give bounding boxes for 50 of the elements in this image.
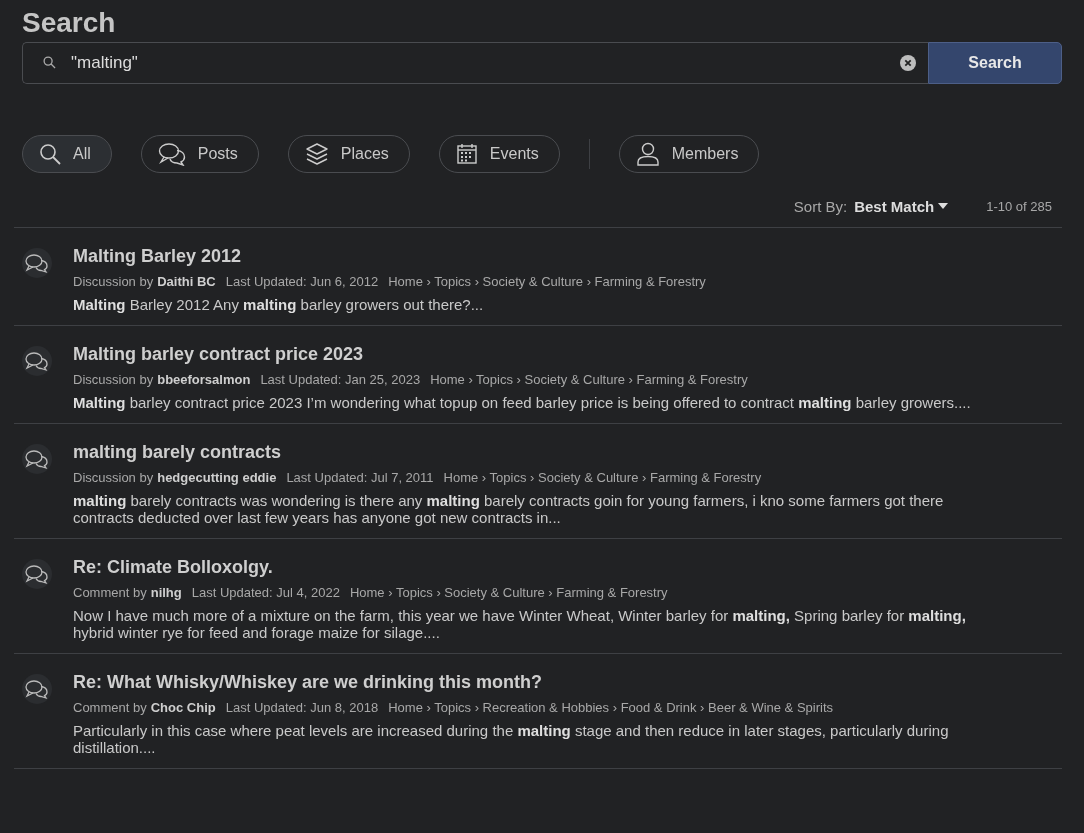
speech-bubbles-icon <box>22 444 52 474</box>
result-excerpt: Malting Barley 2012 Any malting barley growers out there?... <box>73 296 485 313</box>
result-type: Discussion by <box>73 273 154 291</box>
person-icon <box>635 142 660 166</box>
search-icon <box>43 56 56 69</box>
breadcrumb[interactable]: Home › Topics › Society & Culture › Farming & Forestry <box>430 371 748 389</box>
layers-icon <box>304 142 329 166</box>
caret-icon <box>938 203 949 209</box>
result-excerpt: Particularly in this case where peat levels are increased during the malting stage and then reduce in later stages, particularly during distillation.... <box>73 722 950 756</box>
sort-dropdown[interactable]: Best Match <box>854 197 949 215</box>
search-button[interactable]: Search <box>928 42 1062 84</box>
breadcrumb[interactable]: Home › Topics › Society & Culture › Farming & Forestry <box>443 469 762 487</box>
author-link[interactable]: hedgecutting eddie <box>157 469 277 487</box>
author-link[interactable]: Daithi BC <box>157 273 216 291</box>
result-title-link[interactable]: malting barely contracts <box>73 440 282 464</box>
search-icon <box>39 143 61 165</box>
result-type: Discussion by <box>73 371 154 389</box>
result-count: 1-10 of 285 <box>986 198 1052 214</box>
author-link[interactable]: nilhg <box>150 584 182 602</box>
breadcrumb[interactable]: Home › Topics › Society & Culture › Farming & Forestry <box>388 273 706 291</box>
filter-tab[interactable]: All <box>22 135 112 173</box>
speech-bubbles-icon <box>22 674 52 704</box>
last-updated: Last Updated: Jan 25, 2023 <box>260 371 421 389</box>
result-title-link[interactable]: Re: Climate Bolloxolgy. <box>73 555 273 579</box>
breadcrumb[interactable]: Home › Topics › Recreation & Hobbies › Food & Drink › Beer & Wine & Spirits <box>388 699 834 717</box>
result-type: Comment by <box>73 699 147 717</box>
speech-bubbles-icon <box>22 248 52 278</box>
last-updated: Last Updated: Jun 6, 2012 <box>225 273 379 291</box>
last-updated: Last Updated: Jul 4, 2022 <box>191 584 340 602</box>
result-excerpt: Now I have much more of a mixture on the farm, this year we have Winter Wheat, Winter barley for malting, Spring barley for malting, hybrid winter rye for feed and forage maize for silage.... <box>73 607 967 641</box>
sort-label: Sort By: <box>793 197 848 215</box>
result-type: Discussion by <box>73 469 154 487</box>
author-link[interactable]: Choc Chip <box>150 699 216 717</box>
result-type: Comment by <box>73 584 147 602</box>
calendar-icon <box>455 143 478 165</box>
author-link[interactable]: bbeeforsalmon <box>157 371 251 389</box>
result-title-link[interactable]: Malting barley contract price 2023 <box>73 342 364 366</box>
page-title: Search <box>22 6 117 40</box>
clear-icon[interactable] <box>900 55 916 71</box>
result-title-link[interactable]: Malting Barley 2012 <box>73 244 242 268</box>
result-excerpt: Malting barley contract price 2023 I’m wondering what topup on feed barley price is being offered to contract malting barley growers.... <box>73 394 972 411</box>
breadcrumb[interactable]: Home › Topics › Society & Culture › Farming & Forestry <box>349 584 668 602</box>
search-field[interactable]: "malting" <box>22 42 928 84</box>
result-title-link[interactable]: Re: What Whisky/Whiskey are we drinking this month? <box>73 670 543 694</box>
speech-bubbles-icon <box>22 559 52 589</box>
speech-bubbles-icon <box>22 346 52 376</box>
speech-bubbles-icon <box>157 142 186 166</box>
last-updated: Last Updated: Jul 7, 2011 <box>286 469 434 487</box>
result-excerpt: malting barely contracts was wondering is there any malting barely contracts goin for young farmers, i kno some farmers got there contracts deducted over last few years has anyone got new contracts in... <box>73 492 945 526</box>
last-updated: Last Updated: Jun 8, 2018 <box>225 699 379 717</box>
